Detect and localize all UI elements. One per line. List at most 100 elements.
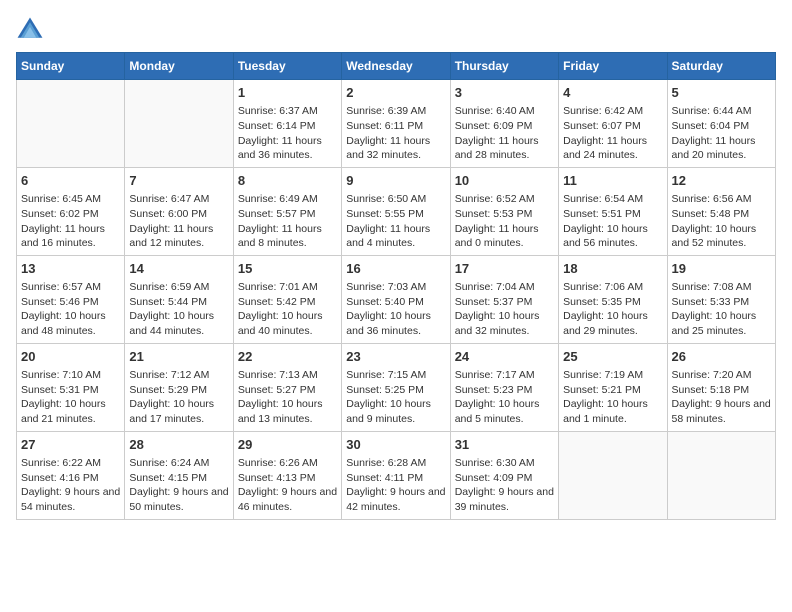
day-info: Sunrise: 6:56 AM Sunset: 5:48 PM Dayligh…	[672, 192, 771, 251]
day-number: 27	[21, 436, 120, 454]
day-number: 9	[346, 172, 445, 190]
day-info: Sunrise: 7:13 AM Sunset: 5:27 PM Dayligh…	[238, 368, 337, 427]
calendar-cell: 28 Sunrise: 6:24 AM Sunset: 4:15 PM Dayli…	[125, 431, 233, 519]
page-header	[16, 16, 776, 44]
calendar-week-row: 20 Sunrise: 7:10 AM Sunset: 5:31 PM Dayli…	[17, 343, 776, 431]
weekday-header-sunday: Sunday	[17, 53, 125, 80]
day-info: Sunrise: 7:12 AM Sunset: 5:29 PM Dayligh…	[129, 368, 228, 427]
day-info: Sunrise: 7:20 AM Sunset: 5:18 PM Dayligh…	[672, 368, 771, 427]
day-info: Sunrise: 7:15 AM Sunset: 5:25 PM Dayligh…	[346, 368, 445, 427]
day-info: Sunrise: 7:06 AM Sunset: 5:35 PM Dayligh…	[563, 280, 662, 339]
calendar-week-row: 6 Sunrise: 6:45 AM Sunset: 6:02 PM Daylig…	[17, 167, 776, 255]
calendar-cell: 24 Sunrise: 7:17 AM Sunset: 5:23 PM Dayli…	[450, 343, 558, 431]
day-number: 16	[346, 260, 445, 278]
logo	[16, 16, 48, 44]
calendar-cell: 2 Sunrise: 6:39 AM Sunset: 6:11 PM Daylig…	[342, 80, 450, 168]
day-number: 24	[455, 348, 554, 366]
day-number: 5	[672, 84, 771, 102]
calendar-cell: 30Sunrise: 6:28 AM Sunset: 4:11 PM Dayli…	[342, 431, 450, 519]
logo-icon	[16, 16, 44, 44]
calendar-cell: 3 Sunrise: 6:40 AM Sunset: 6:09 PM Daylig…	[450, 80, 558, 168]
calendar-cell: 20 Sunrise: 7:10 AM Sunset: 5:31 PM Dayli…	[17, 343, 125, 431]
day-number: 14	[129, 260, 228, 278]
calendar-cell: 19Sunrise: 7:08 AM Sunset: 5:33 PM Dayli…	[667, 255, 775, 343]
day-number: 8	[238, 172, 337, 190]
day-number: 20	[21, 348, 120, 366]
calendar-cell: 12 Sunrise: 6:56 AM Sunset: 5:48 PM Dayli…	[667, 167, 775, 255]
calendar-cell: 14 Sunrise: 6:59 AM Sunset: 5:44 PM Dayli…	[125, 255, 233, 343]
calendar-week-row: 27 Sunrise: 6:22 AM Sunset: 4:16 PM Dayli…	[17, 431, 776, 519]
day-number: 21	[129, 348, 228, 366]
calendar-cell: 25 Sunrise: 7:19 AM Sunset: 5:21 PM Dayli…	[559, 343, 667, 431]
calendar-cell: 16 Sunrise: 7:03 AM Sunset: 5:40 PM Dayli…	[342, 255, 450, 343]
day-info: Sunrise: 6:40 AM Sunset: 6:09 PM Dayligh…	[455, 104, 554, 163]
day-number: 23	[346, 348, 445, 366]
weekday-header-row: SundayMondayTuesdayWednesdayThursdayFrid…	[17, 53, 776, 80]
day-number: 10	[455, 172, 554, 190]
calendar-cell: 22Sunrise: 7:13 AM Sunset: 5:27 PM Dayli…	[233, 343, 341, 431]
day-info: Sunrise: 6:54 AM Sunset: 5:51 PM Dayligh…	[563, 192, 662, 251]
calendar-cell: 21 Sunrise: 7:12 AM Sunset: 5:29 PM Dayli…	[125, 343, 233, 431]
calendar-cell: 18 Sunrise: 7:06 AM Sunset: 5:35 PM Dayli…	[559, 255, 667, 343]
day-info: Sunrise: 7:17 AM Sunset: 5:23 PM Dayligh…	[455, 368, 554, 427]
calendar-cell: 26 Sunrise: 7:20 AM Sunset: 5:18 PM Dayli…	[667, 343, 775, 431]
day-info: Sunrise: 6:45 AM Sunset: 6:02 PM Dayligh…	[21, 192, 120, 251]
weekday-header-saturday: Saturday	[667, 53, 775, 80]
calendar-cell: 9 Sunrise: 6:50 AM Sunset: 5:55 PM Daylig…	[342, 167, 450, 255]
day-number: 1	[238, 84, 337, 102]
day-number: 13	[21, 260, 120, 278]
weekday-header-friday: Friday	[559, 53, 667, 80]
calendar-week-row: 13 Sunrise: 6:57 AM Sunset: 5:46 PM Dayli…	[17, 255, 776, 343]
day-number: 28	[129, 436, 228, 454]
calendar-cell: 17Sunrise: 7:04 AM Sunset: 5:37 PM Dayli…	[450, 255, 558, 343]
calendar-week-row: 1 Sunrise: 6:37 AM Sunset: 6:14 PM Daylig…	[17, 80, 776, 168]
day-info: Sunrise: 6:57 AM Sunset: 5:46 PM Dayligh…	[21, 280, 120, 339]
calendar-cell: 5 Sunrise: 6:44 AM Sunset: 6:04 PM Daylig…	[667, 80, 775, 168]
day-info: Sunrise: 7:19 AM Sunset: 5:21 PM Dayligh…	[563, 368, 662, 427]
day-info: Sunrise: 6:24 AM Sunset: 4:15 PM Dayligh…	[129, 456, 228, 515]
calendar-cell	[667, 431, 775, 519]
calendar-cell	[125, 80, 233, 168]
day-number: 3	[455, 84, 554, 102]
calendar-cell	[17, 80, 125, 168]
calendar-cell: 1 Sunrise: 6:37 AM Sunset: 6:14 PM Daylig…	[233, 80, 341, 168]
day-info: Sunrise: 6:47 AM Sunset: 6:00 PM Dayligh…	[129, 192, 228, 251]
calendar-cell: 15Sunrise: 7:01 AM Sunset: 5:42 PM Dayli…	[233, 255, 341, 343]
day-number: 2	[346, 84, 445, 102]
calendar-cell: 23 Sunrise: 7:15 AM Sunset: 5:25 PM Dayli…	[342, 343, 450, 431]
day-info: Sunrise: 7:01 AM Sunset: 5:42 PM Dayligh…	[238, 280, 337, 339]
calendar-cell: 10Sunrise: 6:52 AM Sunset: 5:53 PM Dayli…	[450, 167, 558, 255]
day-number: 17	[455, 260, 554, 278]
calendar-cell: 7Sunrise: 6:47 AM Sunset: 6:00 PM Daylig…	[125, 167, 233, 255]
day-info: Sunrise: 6:26 AM Sunset: 4:13 PM Dayligh…	[238, 456, 337, 515]
day-number: 12	[672, 172, 771, 190]
calendar-table: SundayMondayTuesdayWednesdayThursdayFrid…	[16, 52, 776, 520]
day-info: Sunrise: 6:59 AM Sunset: 5:44 PM Dayligh…	[129, 280, 228, 339]
day-number: 11	[563, 172, 662, 190]
day-info: Sunrise: 6:28 AM Sunset: 4:11 PM Dayligh…	[346, 456, 445, 515]
calendar-cell: 6 Sunrise: 6:45 AM Sunset: 6:02 PM Daylig…	[17, 167, 125, 255]
day-info: Sunrise: 7:03 AM Sunset: 5:40 PM Dayligh…	[346, 280, 445, 339]
day-info: Sunrise: 6:49 AM Sunset: 5:57 PM Dayligh…	[238, 192, 337, 251]
day-info: Sunrise: 6:44 AM Sunset: 6:04 PM Dayligh…	[672, 104, 771, 163]
day-info: Sunrise: 6:50 AM Sunset: 5:55 PM Dayligh…	[346, 192, 445, 251]
day-number: 18	[563, 260, 662, 278]
calendar-cell: 29 Sunrise: 6:26 AM Sunset: 4:13 PM Dayli…	[233, 431, 341, 519]
day-info: Sunrise: 7:10 AM Sunset: 5:31 PM Dayligh…	[21, 368, 120, 427]
calendar-cell: 27 Sunrise: 6:22 AM Sunset: 4:16 PM Dayli…	[17, 431, 125, 519]
calendar-cell: 8 Sunrise: 6:49 AM Sunset: 5:57 PM Daylig…	[233, 167, 341, 255]
calendar-cell: 4Sunrise: 6:42 AM Sunset: 6:07 PM Daylig…	[559, 80, 667, 168]
day-number: 4	[563, 84, 662, 102]
day-number: 6	[21, 172, 120, 190]
day-number: 19	[672, 260, 771, 278]
weekday-header-thursday: Thursday	[450, 53, 558, 80]
day-info: Sunrise: 6:39 AM Sunset: 6:11 PM Dayligh…	[346, 104, 445, 163]
day-number: 25	[563, 348, 662, 366]
calendar-cell: 11 Sunrise: 6:54 AM Sunset: 5:51 PM Dayli…	[559, 167, 667, 255]
day-number: 29	[238, 436, 337, 454]
calendar-cell	[559, 431, 667, 519]
day-number: 26	[672, 348, 771, 366]
day-info: Sunrise: 6:37 AM Sunset: 6:14 PM Dayligh…	[238, 104, 337, 163]
calendar-cell: 13 Sunrise: 6:57 AM Sunset: 5:46 PM Dayli…	[17, 255, 125, 343]
day-info: Sunrise: 6:22 AM Sunset: 4:16 PM Dayligh…	[21, 456, 120, 515]
